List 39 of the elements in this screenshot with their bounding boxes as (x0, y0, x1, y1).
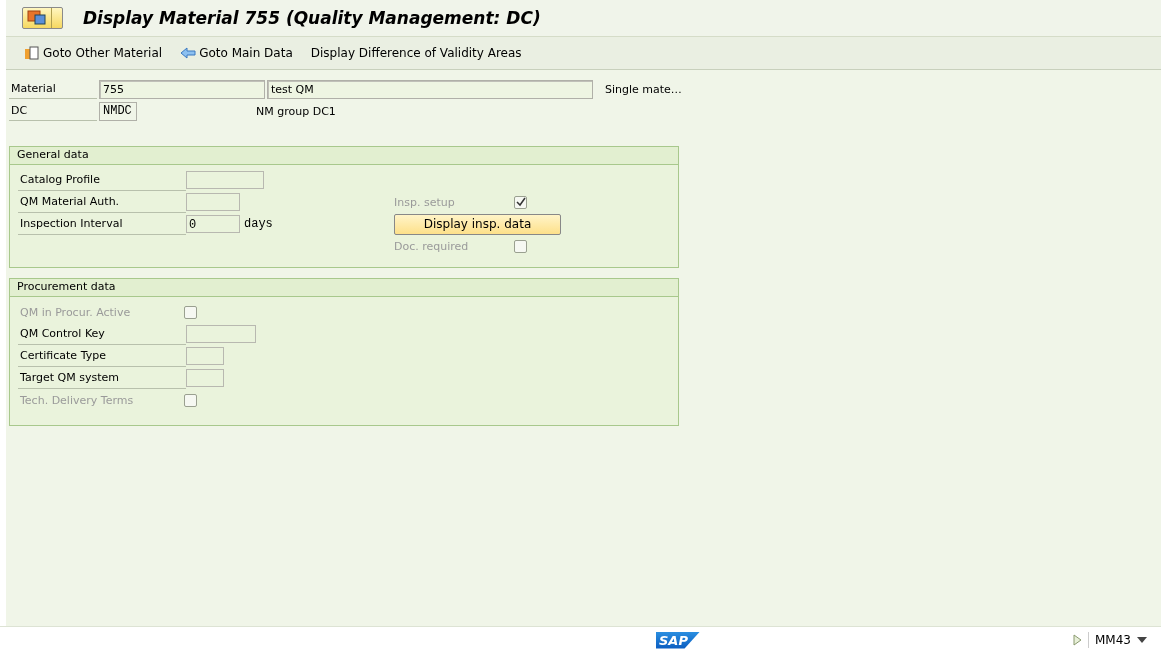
sap-logo: SAP (656, 631, 700, 649)
toolbar-button[interactable]: Goto Main Data (176, 44, 297, 62)
display-button[interactable]: Display insp. data (394, 213, 561, 235)
document-icon (24, 45, 40, 61)
field-label: Material (9, 79, 97, 99)
field-label: Catalog Profile (18, 169, 186, 191)
field-label: Inspection Interval (18, 213, 186, 235)
window-title: Display Material 755 (Quality Management: DC) (83, 8, 541, 28)
menu-icon (27, 10, 47, 26)
material-type-text: Single mate… (605, 82, 682, 96)
dc-description: NM group DC1 (256, 104, 336, 118)
input-field[interactable]: 0 (186, 215, 240, 233)
field-label: QM Material Auth. (18, 191, 186, 213)
input-field[interactable] (186, 171, 264, 189)
material-field[interactable]: 755 (99, 79, 265, 99)
section-title: Procurement data (10, 279, 678, 297)
checkbox-label: Tech. Delivery Terms (19, 393, 135, 407)
toolbar-button[interactable]: Goto Other Material (20, 43, 167, 63)
checkbox-label: Insp. setup (394, 195, 456, 209)
dc-field[interactable]: NMDC (99, 101, 137, 121)
input-field[interactable] (186, 347, 224, 365)
input-field[interactable] (186, 325, 256, 343)
arrow-left-icon (180, 47, 197, 59)
field-label: Certificate Type (18, 345, 186, 367)
input-field[interactable] (186, 193, 240, 211)
field-label: DC (9, 101, 97, 121)
input-field[interactable] (186, 369, 224, 387)
play-icon[interactable] (1073, 634, 1082, 646)
menu-button[interactable] (22, 7, 63, 29)
field-label: Target QM system (18, 367, 186, 389)
checkbox-label: QM in Procur. Active (19, 305, 132, 319)
field-label: QM Control Key (18, 323, 186, 345)
dropdown-icon[interactable] (1137, 637, 1147, 643)
description-field[interactable]: test QM (267, 79, 593, 99)
transaction-code: MM43 (1095, 633, 1131, 647)
unit-text: days (244, 217, 273, 231)
section-title: General data (10, 147, 678, 165)
checkbox-label: Doc. required (394, 239, 470, 253)
toolbar-button[interactable]: Display Difference of Validity Areas (306, 44, 526, 62)
